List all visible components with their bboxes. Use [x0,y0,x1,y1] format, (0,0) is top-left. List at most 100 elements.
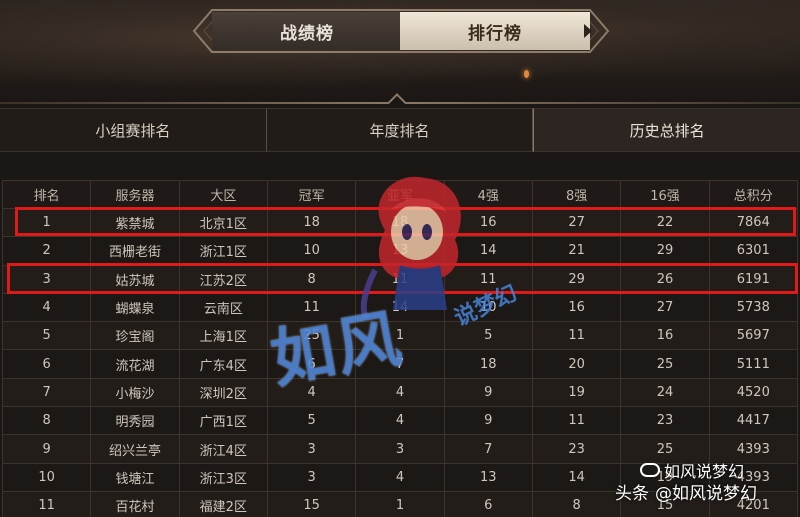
tab-all-time-ranking[interactable]: 历史总排名 [533,108,800,152]
table-cell: 5 [443,321,533,351]
table-cell: 21 [531,236,622,266]
tab-group-stage-ranking[interactable]: 小组赛排名 [0,108,267,152]
table-cell: 绍兴兰亭 [90,434,180,464]
footer-line1-text: 如风说梦幻 [664,462,745,481]
table-cell: 5 [266,406,357,436]
table-cell: 11 [531,406,622,436]
table-cell: 福建2区 [178,490,268,517]
table-cell: 2 [1,236,92,266]
table-cell: 5 [1,321,92,351]
table-cell: 流花湖 [90,349,180,379]
table-cell: 1 [1,207,92,238]
table-cell: 姑苏城 [90,264,180,294]
table-cell: 22 [620,207,710,238]
table-cell: 7 [443,434,533,464]
table-cell: 7864 [708,207,799,238]
table-cell: 29 [620,236,710,266]
table-cell: 4520 [708,377,799,408]
table-cell: 8 [266,264,357,294]
table-cell: 广西1区 [178,406,268,436]
table-cell: 23 [620,406,710,436]
column-header: 8强 [531,180,622,209]
table-cell: 云南区 [178,292,268,323]
column-header: 大区 [178,180,268,209]
table-cell: 27 [620,292,710,323]
table-cell: 珍宝阁 [90,321,180,351]
chat-bubble-icon [640,463,660,477]
column-header: 总积分 [708,180,799,209]
tab-battle-record[interactable]: 战绩榜 [212,12,402,50]
table-cell: 20 [531,349,622,379]
table-cell: 广东4区 [178,349,268,379]
table-cell: 3 [266,462,357,492]
table-cell: 6 [1,349,92,379]
table-cell: 29 [531,264,622,294]
table-cell: 4 [355,406,445,436]
table-cell: 1 [355,490,445,517]
table-cell: 16 [620,321,710,351]
table-cell: 9 [443,406,533,436]
table-cell: 7 [1,377,92,408]
table-cell: 11 [531,321,622,351]
tab-annual-ranking[interactable]: 年度排名 [266,108,534,152]
table-cell: 4 [355,462,445,492]
table-cell: 百花村 [90,490,180,517]
table-cell: 3 [355,434,445,464]
footer-watermark: 如风说梦幻 头条 @如风说梦幻 [615,462,757,504]
table-cell: 蝴蝶泉 [90,292,180,323]
footer-prefix: 头条 [615,483,649,504]
table-cell: 6 [443,490,533,517]
table-cell: 钱塘江 [90,462,180,492]
table-cell: 6301 [708,236,799,266]
table-cell: 浙江3区 [178,462,268,492]
sub-tab-bar: 小组赛排名 年度排名 历史总排名 [0,108,800,152]
table-cell: 23 [531,434,622,464]
table-cell: 18 [266,207,357,238]
top-tab-bar: 战绩榜 排行榜 [192,6,610,56]
table-cell: 6191 [708,264,799,294]
table-cell: 5111 [708,349,799,379]
table-cell: 26 [620,264,710,294]
table-cell: 16 [531,292,622,323]
table-cell: 西栅老街 [90,236,180,266]
table-cell: 深圳2区 [178,377,268,408]
footer-handle: @如风说梦幻 [655,483,757,504]
table-cell: 5738 [708,292,799,323]
column-header: 服务器 [90,180,180,209]
table-cell: 13 [443,462,533,492]
table-cell: 江苏2区 [178,264,268,294]
table-cell: 明秀园 [90,406,180,436]
table-cell: 3 [266,434,357,464]
table-cell: 8 [1,406,92,436]
table-cell: 浙江4区 [178,434,268,464]
tab-leaderboard[interactable]: 排行榜 [400,12,590,50]
table-cell: 小梅沙 [90,377,180,408]
table-row: 7 小梅沙 深圳2区 4 4 9 19 24 4520 [1,377,799,408]
table-cell: 10 [1,462,92,492]
table-cell: 27 [531,207,622,238]
table-cell: 紫禁城 [90,207,180,238]
table-cell: 11 [1,490,92,517]
table-cell: 9 [1,434,92,464]
column-header: 16强 [620,180,710,209]
table-cell: 15 [266,490,357,517]
table-cell: 3 [1,264,92,294]
table-cell: 9 [443,377,533,408]
triangle-right-icon [584,24,592,38]
table-cell: 24 [620,377,710,408]
table-cell: 18 [443,349,533,379]
column-header: 排名 [1,180,92,209]
table-cell: 北京1区 [178,207,268,238]
table-cell: 上海1区 [178,321,268,351]
table-cell: 10 [266,236,357,266]
table-cell: 25 [620,349,710,379]
table-cell: 4417 [708,406,799,436]
table-cell: 5697 [708,321,799,351]
column-header: 冠军 [266,180,357,209]
table-cell: 浙江1区 [178,236,268,266]
table-cell: 14 [531,462,622,492]
table-cell: 8 [531,490,622,517]
table-cell: 4 [1,292,92,323]
table-cell: 19 [531,377,622,408]
ember-decoration [524,70,529,78]
